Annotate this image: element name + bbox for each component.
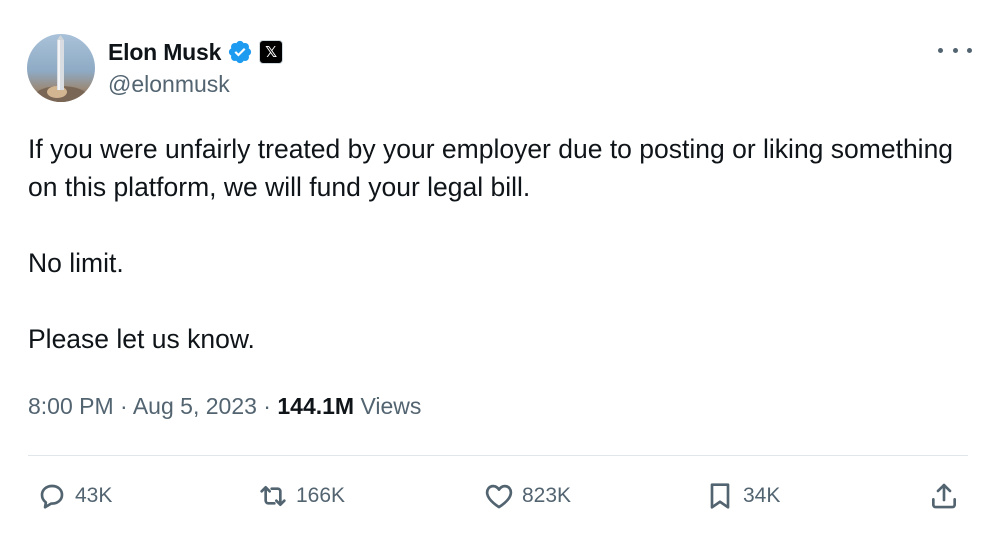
views-label[interactable]: Views [360, 393, 421, 419]
verified-badge-icon [227, 39, 253, 65]
more-dot [967, 47, 972, 53]
more-dot [938, 47, 943, 53]
heart-icon [485, 484, 513, 509]
tweet-line: No limit. [28, 248, 124, 278]
bookmark-button[interactable]: 34K [704, 470, 780, 522]
handle[interactable]: @elonmusk [108, 71, 230, 98]
repost-button[interactable]: 166K [257, 470, 345, 522]
bookmark-icon [710, 483, 730, 509]
author-name-row: Elon Musk 𝕏 [108, 35, 284, 69]
like-button[interactable]: 823K [483, 470, 571, 522]
repost-count: 166K [296, 484, 346, 507]
x-affiliate-badge-icon[interactable]: 𝕏 [259, 40, 284, 64]
tweet-time[interactable]: 8:00 PM [28, 393, 114, 419]
like-count: 823K [522, 484, 572, 507]
tweet-line: Please let us know. [28, 324, 255, 354]
tweet-meta: 8:00 PM · Aug 5, 2023 · 144.1M Views [28, 393, 421, 420]
tweet-line: If you were unfairly treated by your emp… [28, 134, 954, 202]
share-button[interactable] [928, 470, 960, 522]
reply-button[interactable]: 43K [36, 470, 112, 522]
reply-count: 43K [75, 484, 113, 507]
avatar[interactable] [27, 34, 95, 102]
meta-separator: · [120, 393, 128, 419]
display-name[interactable]: Elon Musk [108, 39, 221, 66]
tweet-card: Elon Musk 𝕏 @elonmusk If you were unfair… [0, 0, 1000, 544]
share-icon [932, 483, 956, 509]
views-count[interactable]: 144.1M [277, 393, 354, 419]
tweet-text: If you were unfairly treated by your emp… [28, 130, 968, 358]
more-options-icon[interactable] [938, 40, 972, 60]
more-dot [952, 47, 958, 53]
action-bar: 43K 166K 823K 34K [0, 470, 1000, 522]
meta-separator: · [263, 393, 271, 419]
repost-icon [260, 486, 286, 506]
tweet-date[interactable]: Aug 5, 2023 [133, 393, 257, 419]
reply-icon [40, 484, 64, 509]
divider [28, 455, 968, 456]
bookmark-count: 34K [743, 484, 781, 507]
